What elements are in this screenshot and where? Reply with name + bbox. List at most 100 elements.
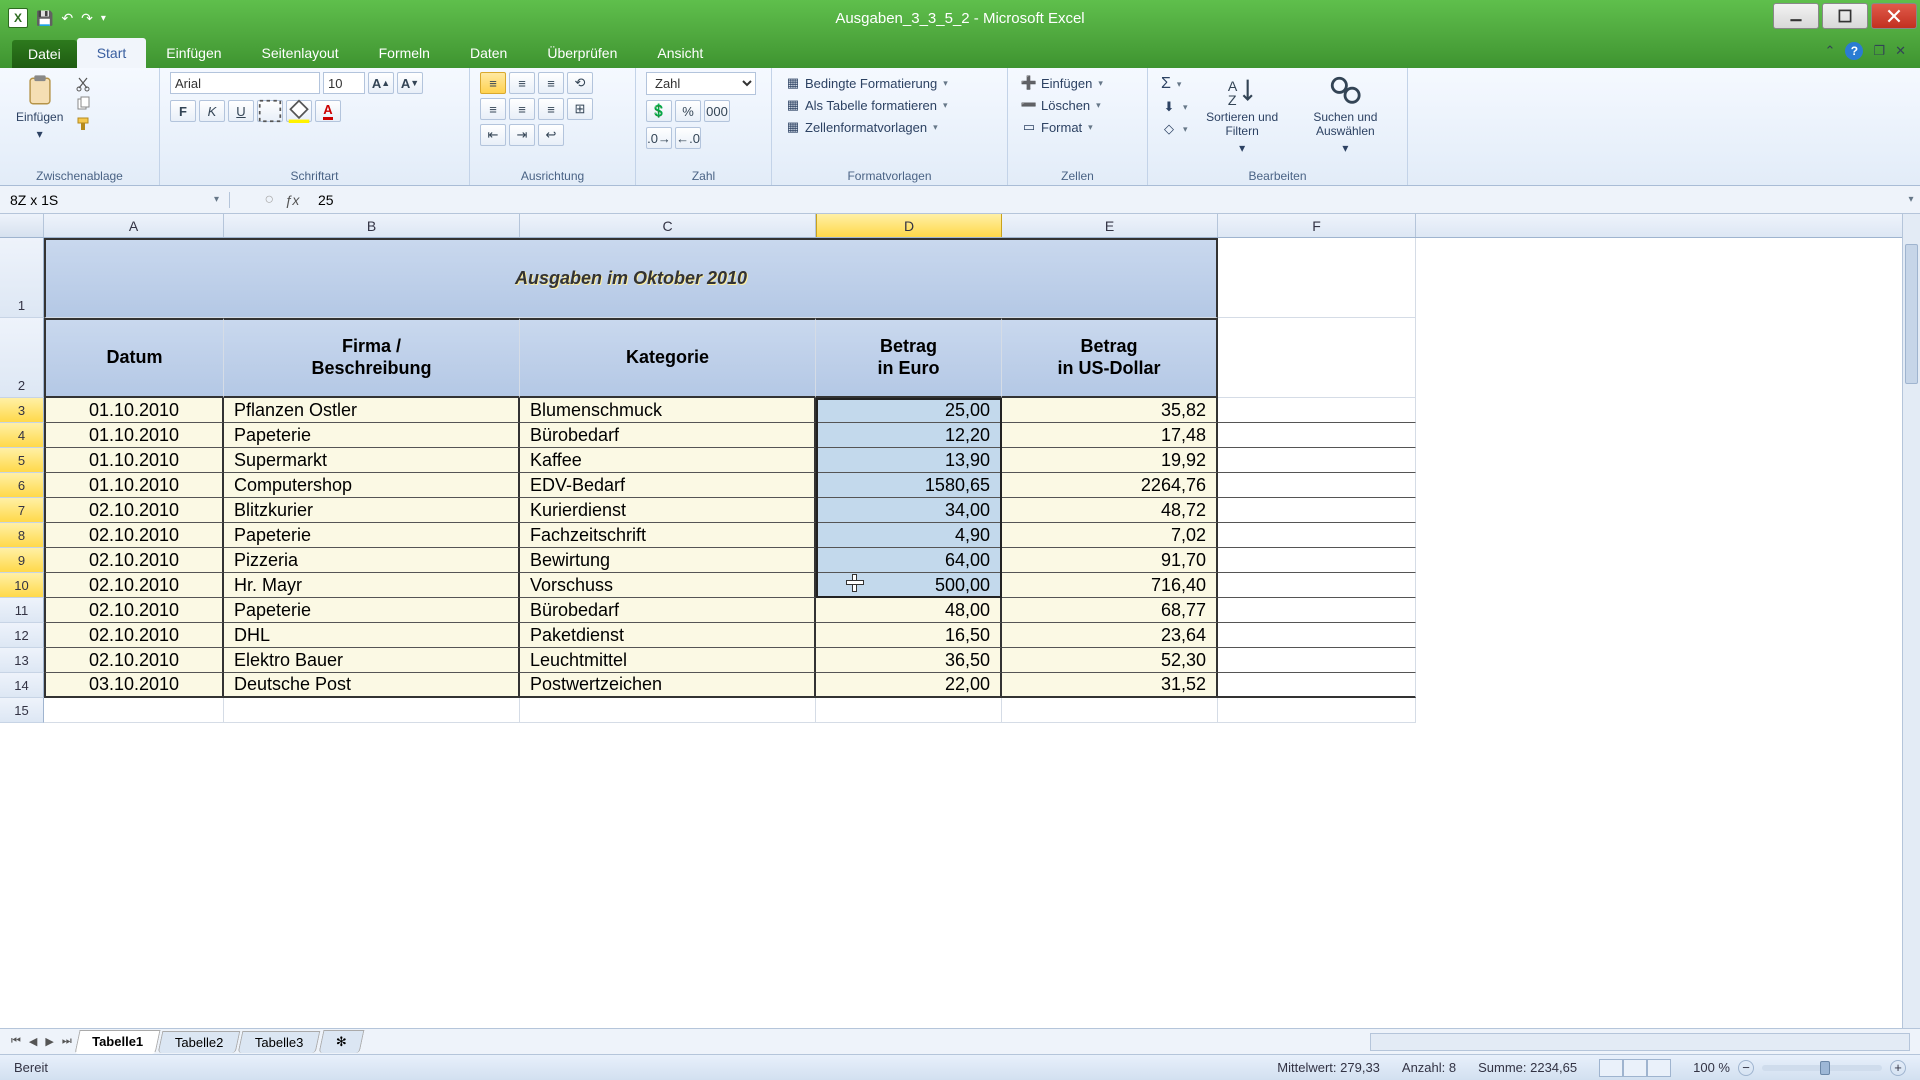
decrease-decimal-icon[interactable]: ←.0 xyxy=(675,127,701,149)
cell[interactable]: DHL xyxy=(224,623,520,648)
tab-start[interactable]: Start xyxy=(77,38,147,68)
formula-input[interactable]: 25 xyxy=(310,192,1902,208)
col-header-f[interactable]: F xyxy=(1218,214,1416,237)
cell[interactable]: 52,30 xyxy=(1002,648,1218,673)
close-button[interactable] xyxy=(1871,3,1917,29)
cell[interactable]: 23,64 xyxy=(1002,623,1218,648)
sort-filter-button[interactable]: AZ Sortieren und Filtern▾ xyxy=(1197,72,1288,157)
cell[interactable]: 36,50 xyxy=(816,648,1002,673)
zoom-level[interactable]: 100 % xyxy=(1693,1060,1730,1075)
row-header[interactable]: 5 xyxy=(0,448,44,473)
cell[interactable]: 34,00 xyxy=(816,498,1002,523)
cell[interactable]: 35,82 xyxy=(1002,398,1218,423)
cell[interactable]: 02.10.2010 xyxy=(44,523,224,548)
row-header[interactable]: 1 xyxy=(0,238,44,318)
cell[interactable]: Bürobedarf xyxy=(520,598,816,623)
align-left-icon[interactable]: ≡ xyxy=(480,98,506,120)
font-color-icon[interactable]: A xyxy=(315,100,341,122)
indent-increase-icon[interactable]: ⇥ xyxy=(509,124,535,146)
excel-icon[interactable]: X xyxy=(8,8,28,28)
row-header[interactable]: 11 xyxy=(0,598,44,623)
align-top-icon[interactable]: ≡ xyxy=(480,72,506,94)
minimize-ribbon-icon[interactable]: ⌃ xyxy=(1825,43,1836,59)
window-close-inner-icon[interactable]: ✕ xyxy=(1895,43,1906,59)
cell[interactable]: 02.10.2010 xyxy=(44,498,224,523)
cell[interactable]: Kaffee xyxy=(520,448,816,473)
zoom-slider[interactable] xyxy=(1762,1065,1882,1071)
currency-icon[interactable]: 💲 xyxy=(646,100,672,122)
header-firma[interactable]: Firma / Beschreibung xyxy=(224,318,520,398)
percent-icon[interactable]: % xyxy=(675,100,701,122)
find-select-button[interactable]: Suchen und Auswählen▾ xyxy=(1294,72,1397,157)
cell[interactable]: 02.10.2010 xyxy=(44,573,224,598)
cell[interactable]: 02.10.2010 xyxy=(44,623,224,648)
sheet-tab-1[interactable]: Tabelle1 xyxy=(74,1030,160,1054)
sheet-tab-2[interactable]: Tabelle2 xyxy=(157,1031,240,1053)
cell[interactable]: Paketdienst xyxy=(520,623,816,648)
row-header[interactable]: 6 xyxy=(0,473,44,498)
tab-seitenlayout[interactable]: Seitenlayout xyxy=(242,38,359,68)
cell[interactable]: Supermarkt xyxy=(224,448,520,473)
cell[interactable]: 01.10.2010 xyxy=(44,423,224,448)
tab-ansicht[interactable]: Ansicht xyxy=(637,38,723,68)
cell[interactable]: 13,90 xyxy=(816,448,1002,473)
cell[interactable]: Papeterie xyxy=(224,523,520,548)
row-header[interactable]: 3 xyxy=(0,398,44,423)
vertical-scrollbar[interactable] xyxy=(1902,214,1920,1028)
window-restore-icon[interactable]: ❐ xyxy=(1873,43,1885,59)
cell[interactable]: Computershop xyxy=(224,473,520,498)
fill-color-icon[interactable] xyxy=(286,100,312,122)
name-box[interactable]: 8Z x 1S▾ xyxy=(0,192,230,208)
font-size-select[interactable] xyxy=(323,72,365,94)
conditional-formatting-button[interactable]: ▦Bedingte Formatierung▾ xyxy=(782,74,951,92)
increase-decimal-icon[interactable]: .0→ xyxy=(646,127,672,149)
row-header[interactable]: 15 xyxy=(0,698,44,723)
borders-icon[interactable] xyxy=(257,100,283,122)
cell[interactable]: 19,92 xyxy=(1002,448,1218,473)
cell[interactable]: 2264,76 xyxy=(1002,473,1218,498)
cell[interactable]: 64,00 xyxy=(816,548,1002,573)
cut-icon[interactable] xyxy=(75,76,91,92)
help-icon[interactable]: ? xyxy=(1845,42,1863,60)
cell[interactable]: 02.10.2010 xyxy=(44,598,224,623)
cell[interactable]: 12,20 xyxy=(816,423,1002,448)
cell[interactable]: Pizzeria xyxy=(224,548,520,573)
font-name-select[interactable] xyxy=(170,72,320,94)
cell[interactable]: 01.10.2010 xyxy=(44,473,224,498)
tab-ueberpruefen[interactable]: Überprüfen xyxy=(527,38,637,68)
cell[interactable]: Elektro Bauer xyxy=(224,648,520,673)
align-right-icon[interactable]: ≡ xyxy=(538,98,564,120)
format-painter-icon[interactable] xyxy=(75,116,91,132)
cell[interactable]: 48,00 xyxy=(816,598,1002,623)
cell[interactable]: 1580,65 xyxy=(816,473,1002,498)
align-center-icon[interactable]: ≡ xyxy=(509,98,535,120)
cell[interactable]: 7,02 xyxy=(1002,523,1218,548)
clear-button[interactable]: ◇▾ xyxy=(1158,120,1191,138)
row-header[interactable]: 7 xyxy=(0,498,44,523)
cell[interactable]: EDV-Bedarf xyxy=(520,473,816,498)
cell[interactable]: 02.10.2010 xyxy=(44,648,224,673)
first-sheet-icon[interactable]: ⏮ xyxy=(8,1035,24,1048)
col-header-c[interactable]: C xyxy=(520,214,816,237)
number-format-select[interactable]: Zahl xyxy=(646,72,756,95)
cell-styles-button[interactable]: ▦Zellenformatvorlagen▾ xyxy=(782,118,941,136)
cell[interactable]: Blumenschmuck xyxy=(520,398,816,423)
cell[interactable]: 16,50 xyxy=(816,623,1002,648)
last-sheet-icon[interactable]: ⏭ xyxy=(59,1035,75,1048)
cell[interactable]: 500,00 xyxy=(816,573,1002,598)
fill-button[interactable]: ⬇▾ xyxy=(1158,98,1191,116)
horizontal-scrollbar[interactable] xyxy=(1370,1033,1910,1051)
cell[interactable]: 4,90 xyxy=(816,523,1002,548)
tab-daten[interactable]: Daten xyxy=(450,38,527,68)
header-betrag-euro[interactable]: Betrag in Euro xyxy=(816,318,1002,398)
save-icon[interactable]: 💾 xyxy=(36,10,53,27)
align-middle-icon[interactable]: ≡ xyxy=(509,72,535,94)
sheet-tab-3[interactable]: Tabelle3 xyxy=(238,1031,321,1053)
row-header[interactable]: 9 xyxy=(0,548,44,573)
tab-formeln[interactable]: Formeln xyxy=(359,38,450,68)
cell[interactable]: Hr. Mayr xyxy=(224,573,520,598)
zoom-in-icon[interactable]: + xyxy=(1890,1060,1906,1076)
align-bottom-icon[interactable]: ≡ xyxy=(538,72,564,94)
cell[interactable]: Postwertzeichen xyxy=(520,673,816,698)
cell[interactable]: 01.10.2010 xyxy=(44,398,224,423)
